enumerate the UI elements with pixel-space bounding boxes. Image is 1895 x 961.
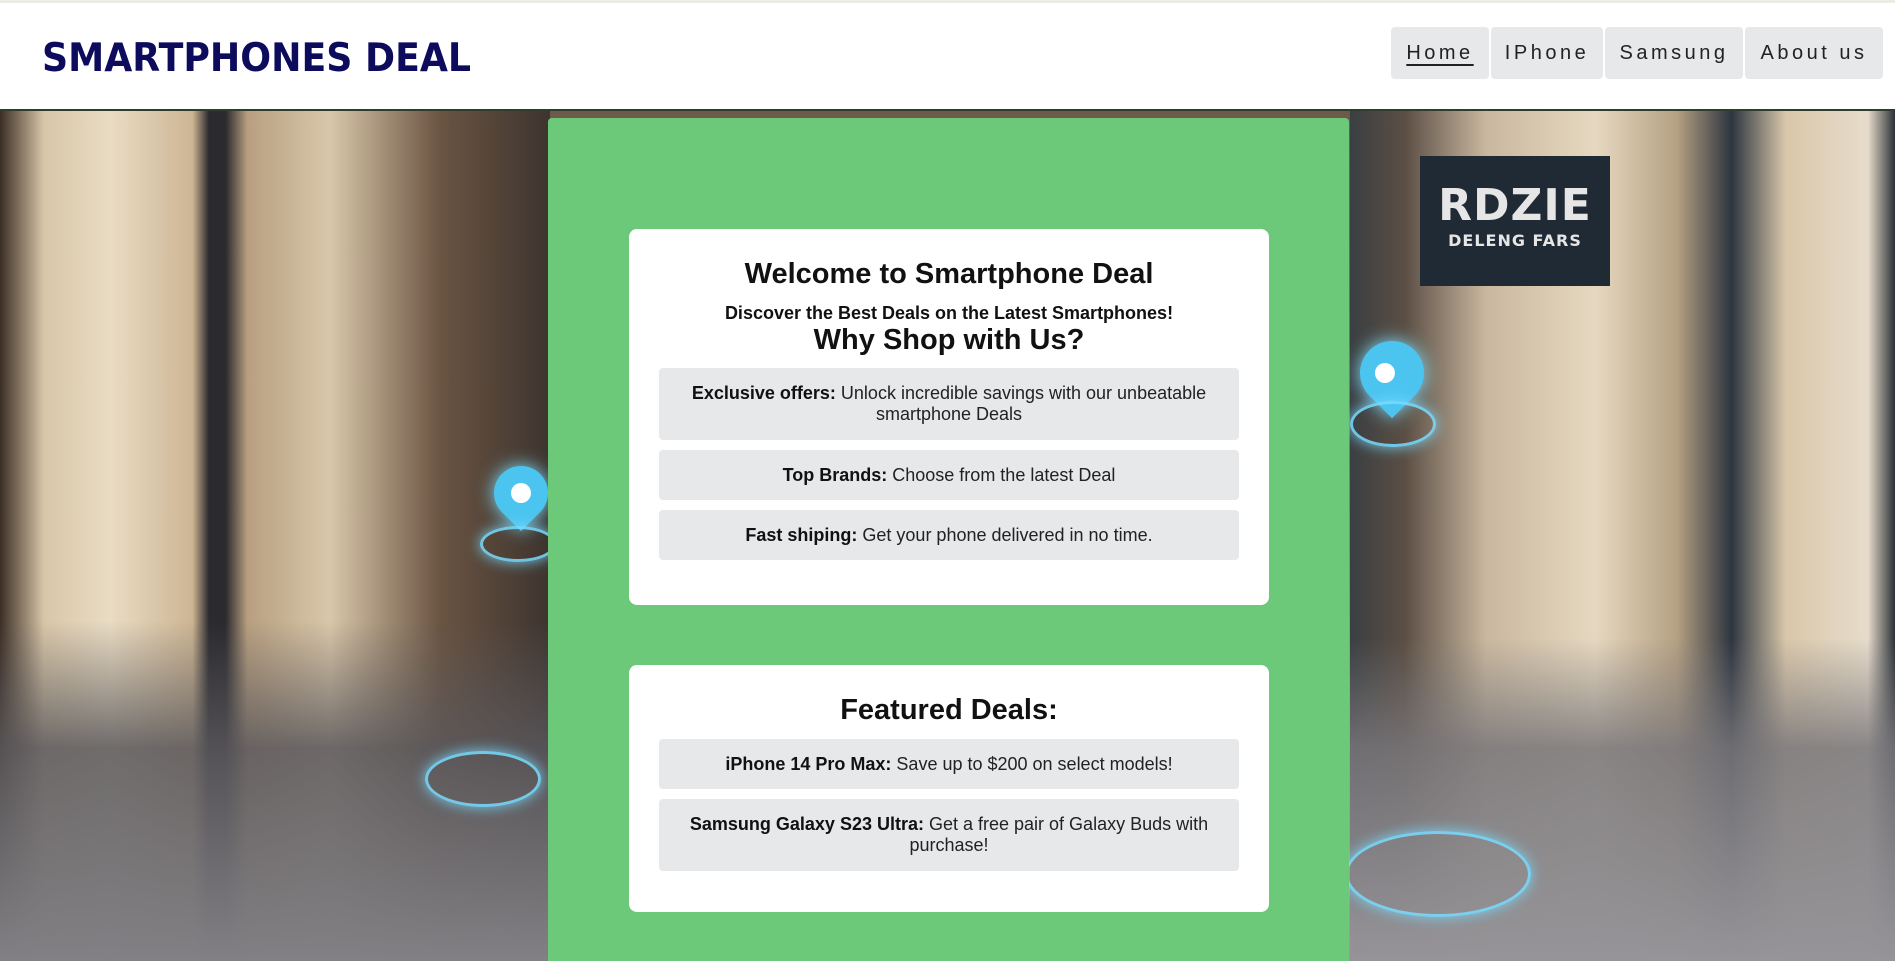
location-ring-icon bbox=[425, 751, 541, 807]
nav-samsung-label: Samsung bbox=[1619, 41, 1729, 64]
site-logo[interactable]: SMARTPHONES DEAL bbox=[42, 37, 471, 81]
location-ring-icon bbox=[1345, 831, 1531, 917]
feature-text: Choose from the latest Deal bbox=[892, 464, 1116, 485]
welcome-card: Welcome to Smartphone Deal Discover the … bbox=[629, 229, 1269, 605]
feature-text: Unlock incredible savings with our unbea… bbox=[840, 383, 1207, 424]
deal-text: Get a free pair of Galaxy Buds with purc… bbox=[909, 814, 1209, 855]
nav-iphone[interactable]: IPhone bbox=[1491, 27, 1603, 79]
deal-text: Save up to $200 on select models! bbox=[896, 753, 1173, 774]
store-sign: RDZIE DELENG FARS bbox=[1420, 156, 1610, 286]
background-left-storefront bbox=[0, 111, 550, 961]
nav-about-us[interactable]: About us bbox=[1745, 27, 1883, 79]
featured-deals-title: Featured Deals: bbox=[840, 694, 1058, 726]
main-nav: Home IPhone Samsung About us bbox=[1391, 27, 1883, 79]
feature-label: Exclusive offers: bbox=[691, 383, 836, 403]
welcome-title: Welcome to Smartphone Deal bbox=[744, 258, 1154, 290]
feature-item-exclusive-offers: Exclusive offers: Unlock incredible savin… bbox=[659, 368, 1239, 440]
deal-label: Samsung Galaxy S23 Ultra: bbox=[689, 814, 924, 834]
nav-iphone-label: IPhone bbox=[1504, 41, 1590, 64]
feature-text-wrap: Fast shiping: Get your phone delivered in… bbox=[745, 525, 1152, 546]
store-sign-sub-text: DELENG FARS bbox=[1448, 231, 1582, 250]
nav-home-label: Home bbox=[1406, 41, 1474, 64]
feature-text: Get your phone delivered in no time. bbox=[862, 524, 1153, 545]
welcome-subtitle: Discover the Best Deals on the Latest Sm… bbox=[724, 303, 1174, 323]
nav-home[interactable]: Home bbox=[1391, 27, 1489, 79]
feature-item-top-brands: Top Brands: Choose from the latest Deal bbox=[659, 450, 1239, 500]
why-shop-title: Why Shop with Us? bbox=[813, 324, 1085, 356]
deal-text-wrap: Samsung Galaxy S23 Ultra: Get a free pair… bbox=[679, 814, 1219, 856]
feature-item-fast-shipping: Fast shiping: Get your phone delivered in… bbox=[659, 510, 1239, 560]
location-ring-icon bbox=[480, 526, 556, 562]
deal-item-samsung: Samsung Galaxy S23 Ultra: Get a free pair… bbox=[659, 799, 1239, 871]
featured-deals-card: Featured Deals: iPhone 14 Pro Max: Save u… bbox=[629, 665, 1269, 912]
feature-label: Top Brands: bbox=[782, 464, 888, 485]
nav-about-us-label: About us bbox=[1760, 41, 1868, 64]
store-sign-main-text: RDZIE bbox=[1438, 180, 1592, 231]
feature-text-wrap: Exclusive offers: Unlock incredible savin… bbox=[679, 383, 1219, 425]
location-ring-icon bbox=[1350, 401, 1436, 447]
deal-text-wrap: iPhone 14 Pro Max: Save up to $200 on sel… bbox=[725, 754, 1172, 775]
site-header: SMARTPHONES DEAL Home IPhone Samsung Abo… bbox=[0, 3, 1895, 111]
feature-text-wrap: Top Brands: Choose from the latest Deal bbox=[783, 465, 1116, 486]
feature-label: Fast shiping: bbox=[745, 524, 858, 545]
deal-item-iphone: iPhone 14 Pro Max: Save up to $200 on sel… bbox=[659, 739, 1239, 789]
nav-samsung[interactable]: Samsung bbox=[1605, 27, 1743, 79]
deal-label: iPhone 14 Pro Max: bbox=[725, 753, 892, 774]
content-panel: Welcome to Smartphone Deal Discover the … bbox=[548, 118, 1349, 961]
